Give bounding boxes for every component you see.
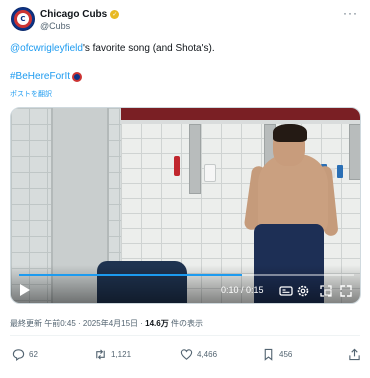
captions-icon[interactable] [279,284,293,298]
display-name[interactable]: Chicago Cubs [40,9,107,20]
video-frame-shower-pipe [189,124,201,194]
video-frame-trim-light [121,120,360,124]
video-time: 0:10 / 0:15 [221,285,264,295]
video-player[interactable]: 0:10 / 0:15 [10,107,361,304]
verified-badge-icon: ✓ [110,10,120,19]
picture-in-picture-icon[interactable] [319,284,333,298]
display-name-row[interactable]: Chicago Cubs ✓ [40,9,120,20]
video-frame-bottle [174,156,180,176]
share-button[interactable] [348,348,361,361]
bookmark-button[interactable]: 456 [262,348,292,361]
video-frame-dispenser [204,164,216,182]
user-handle[interactable]: @Cubs [40,21,70,31]
tweet-meta: 最終更新 午前0:45 · 2025年4月15日 · 14.6万 件の表示 [10,318,203,329]
divider [10,335,360,336]
hashtag-text[interactable]: #BeHereForIt [10,71,70,82]
reply-count: 62 [29,350,38,359]
like-count: 4,466 [197,350,218,359]
share-icon [349,348,360,361]
reply-icon [12,349,25,361]
tweet-body: 's favorite song (and Shota's). [82,43,215,54]
video-frame-person [273,124,307,142]
video-frame-trim [121,108,360,120]
reply-button[interactable]: 62 [12,348,38,361]
settings-gear-icon[interactable] [296,284,310,298]
video-progress-fill [19,274,243,276]
more-options-icon[interactable]: ··· [343,6,358,20]
mention-link[interactable]: @ofcwrigleyfield [10,43,83,54]
avatar[interactable]: C [11,7,35,31]
repost-icon [96,349,105,360]
bookmark-icon [264,348,273,361]
views-label: 件の表示 [168,319,203,328]
timestamp[interactable]: 最終更新 午前0:45 · 2025年4月15日 · [10,319,145,328]
repost-count: 1,121 [111,350,132,359]
avatar-initials: C [20,14,26,23]
heart-icon [180,349,193,360]
translate-post-link[interactable]: ポストを翻訳 [10,89,52,99]
bookmark-count: 456 [279,350,293,359]
play-icon[interactable] [19,283,31,297]
action-bar: 62 1,121 4,466 456 [12,348,362,364]
video-frame-person [258,154,328,234]
cubs-logo-icon: C [14,10,32,28]
hashtag-emoji-icon [72,71,83,82]
tweet-text: @ofcwrigleyfield's favorite song (and Sh… [10,43,215,54]
hashtag-link[interactable]: #BeHereForIt [10,71,83,82]
like-button[interactable]: 4,466 [180,348,217,361]
views-count: 14.6万 [145,319,169,328]
video-progress-bar[interactable] [19,274,354,276]
repost-button[interactable]: 1,121 [94,348,131,361]
fullscreen-icon[interactable] [339,284,353,298]
